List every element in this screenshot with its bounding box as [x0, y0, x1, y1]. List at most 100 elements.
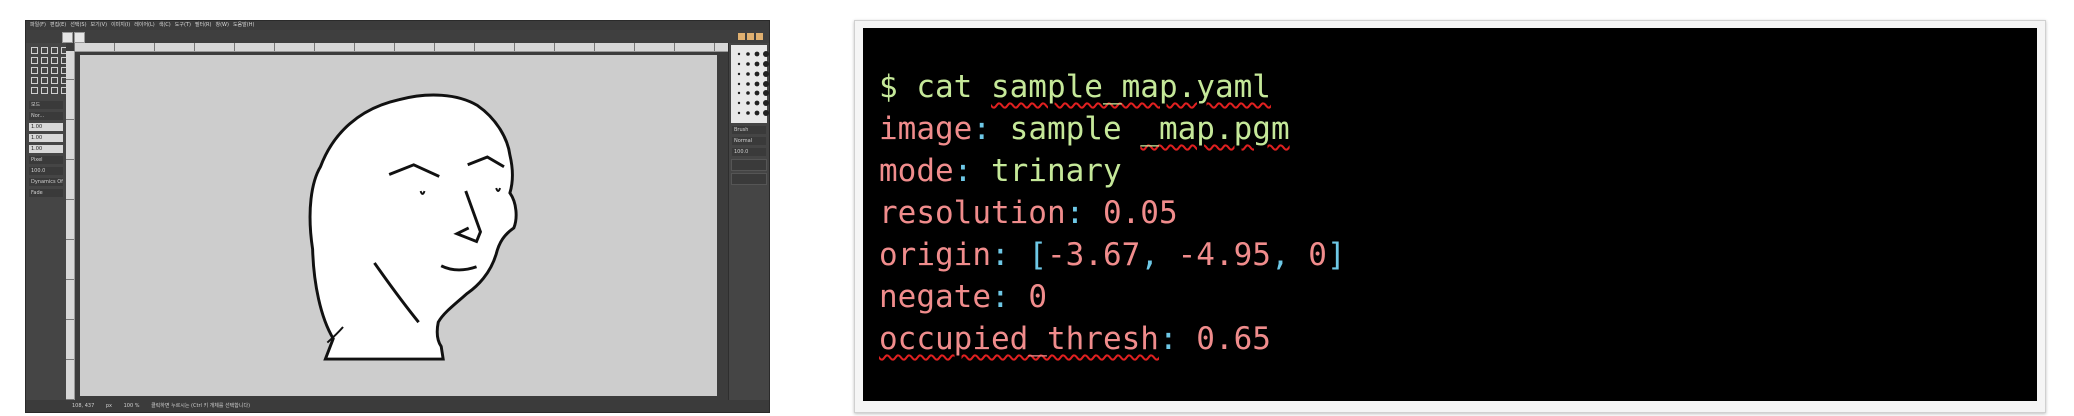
terminal-token: : — [990, 279, 1029, 315]
brush-icon[interactable] — [763, 90, 769, 97]
image-thumbnail-tab[interactable] — [74, 32, 85, 43]
tool-icon[interactable] — [31, 57, 38, 64]
dock-option-row[interactable]: Normal — [732, 137, 766, 145]
brush-icon[interactable] — [737, 111, 741, 115]
menu-item[interactable]: 편집(E) — [50, 22, 66, 28]
terminal-line: occupied_thresh: 0.65 — [879, 318, 2037, 360]
brush-icon[interactable] — [754, 81, 760, 86]
tool-option-row[interactable]: 1.00 — [29, 145, 63, 153]
menu-item[interactable]: 색(C) — [159, 22, 171, 28]
terminal-token: 0.05 — [1102, 195, 1178, 231]
brush-icon[interactable] — [763, 110, 769, 117]
menu-item[interactable]: 도구(T) — [175, 22, 191, 28]
tool-icon[interactable] — [31, 87, 38, 94]
brush-icon[interactable] — [763, 100, 769, 107]
brush-icon[interactable] — [737, 62, 741, 66]
terminal-line: negate: 0 — [879, 276, 2037, 318]
face-drawing-image — [308, 93, 518, 361]
tool-option-row[interactable]: 1.00 — [29, 134, 63, 142]
image-canvas[interactable] — [80, 55, 717, 396]
tool-icon[interactable] — [51, 87, 58, 94]
menu-item[interactable]: 파일(F) — [30, 22, 46, 28]
brush-icon[interactable] — [746, 62, 750, 66]
tool-option-row[interactable]: 100.0 — [29, 167, 63, 175]
tool-icon[interactable] — [31, 77, 38, 84]
brush-icon[interactable] — [754, 100, 760, 106]
brush-icon[interactable] — [763, 80, 769, 87]
terminal-token: occupied_thresh — [879, 321, 1159, 357]
tool-icon[interactable] — [41, 87, 48, 94]
terminal-token: negate — [879, 279, 991, 315]
terminal-line: $ cat sample_map.yaml — [879, 66, 2037, 108]
brush-icon[interactable] — [754, 51, 760, 57]
brush-icon[interactable] — [737, 102, 741, 105]
zoom-selector[interactable]: 100 % — [124, 403, 140, 409]
brush-icon[interactable] — [754, 110, 760, 116]
dock-option-row[interactable]: Brush — [732, 126, 766, 134]
unit-selector[interactable]: px — [106, 403, 112, 409]
tool-icon[interactable] — [41, 77, 48, 84]
brush-icon[interactable] — [763, 51, 769, 57]
image-thumbnail-tab[interactable] — [62, 32, 73, 43]
tool-option-row[interactable]: Nor... — [29, 112, 63, 120]
tool-option-row[interactable]: 1.00 — [29, 123, 63, 131]
brush-icon[interactable] — [746, 91, 750, 96]
tool-icon[interactable] — [51, 67, 58, 74]
brushes-panel[interactable] — [731, 45, 769, 123]
menu-item[interactable]: 레이어(L) — [134, 22, 155, 28]
dock-option-row[interactable]: 100.0 — [732, 148, 766, 156]
tool-icon[interactable] — [41, 47, 48, 54]
tool-icon[interactable] — [51, 47, 58, 54]
brush-icon[interactable] — [737, 52, 741, 56]
brush-icon[interactable] — [737, 72, 741, 75]
terminal-output: $ cat sample_map.yaml image: sample _map.… — [863, 28, 2037, 401]
terminal-token: -4.95 — [1177, 237, 1271, 273]
close-button[interactable] — [756, 33, 763, 40]
terminal-token: 0 — [1028, 279, 1047, 315]
brush-icon[interactable] — [754, 71, 760, 77]
minimize-button[interactable] — [738, 33, 745, 40]
brush-icon[interactable] — [737, 92, 741, 95]
tool-option-row[interactable]: 모드 — [29, 101, 63, 109]
terminal-token: sample_map.yaml — [990, 69, 1271, 105]
menu-item[interactable]: 이미지(I) — [111, 22, 130, 28]
brush-icon[interactable] — [746, 71, 750, 76]
menu-item[interactable]: 필터(R) — [195, 22, 212, 28]
tool-icon[interactable] — [41, 57, 48, 64]
terminal-token: image — [879, 111, 973, 147]
canvas-area[interactable] — [66, 43, 729, 400]
brush-icon[interactable] — [763, 60, 769, 67]
tool-icon[interactable] — [31, 67, 38, 74]
brush-icon[interactable] — [763, 70, 769, 77]
terminal-token: resolution — [879, 195, 1066, 231]
tool-icon[interactable] — [51, 77, 58, 84]
brush-icon[interactable] — [754, 91, 760, 96]
tool-icon[interactable] — [41, 67, 48, 74]
brush-icon[interactable] — [737, 82, 741, 85]
brush-icon[interactable] — [746, 52, 750, 56]
terminal-token: : — [1065, 195, 1103, 231]
menu-item[interactable]: 선택(S) — [70, 22, 86, 28]
tool-icon[interactable] — [31, 47, 38, 54]
brush-icon[interactable] — [754, 61, 760, 67]
layer-row[interactable] — [731, 173, 767, 185]
image-tab-row — [26, 30, 769, 43]
menu-item[interactable]: 보기(V) — [91, 22, 108, 28]
terminal-line: resolution: 0.05 — [879, 192, 2037, 234]
horizontal-ruler[interactable] — [74, 43, 729, 52]
tool-option-row[interactable]: Pixel — [29, 156, 63, 164]
menu-item[interactable]: 도움말(H) — [233, 22, 254, 28]
vertical-ruler[interactable] — [66, 51, 75, 400]
tool-option-row[interactable]: Dynamics Off — [29, 178, 63, 186]
maximize-button[interactable] — [747, 33, 754, 40]
tool-icon[interactable] — [51, 57, 58, 64]
cursor-coords: 108, 437 — [72, 403, 95, 409]
brush-icon[interactable] — [746, 111, 750, 115]
layer-row[interactable] — [731, 159, 767, 171]
terminal-line: mode: trinary — [879, 150, 2037, 192]
brush-icon[interactable] — [746, 81, 750, 86]
brush-icon[interactable] — [746, 101, 750, 106]
menu-item[interactable]: 창(W) — [215, 22, 228, 28]
status-message: 클릭하면 누르시는 (Ctrl 키 개체를 선택합니다) — [151, 403, 251, 409]
tool-option-row[interactable]: Fade — [29, 189, 63, 197]
